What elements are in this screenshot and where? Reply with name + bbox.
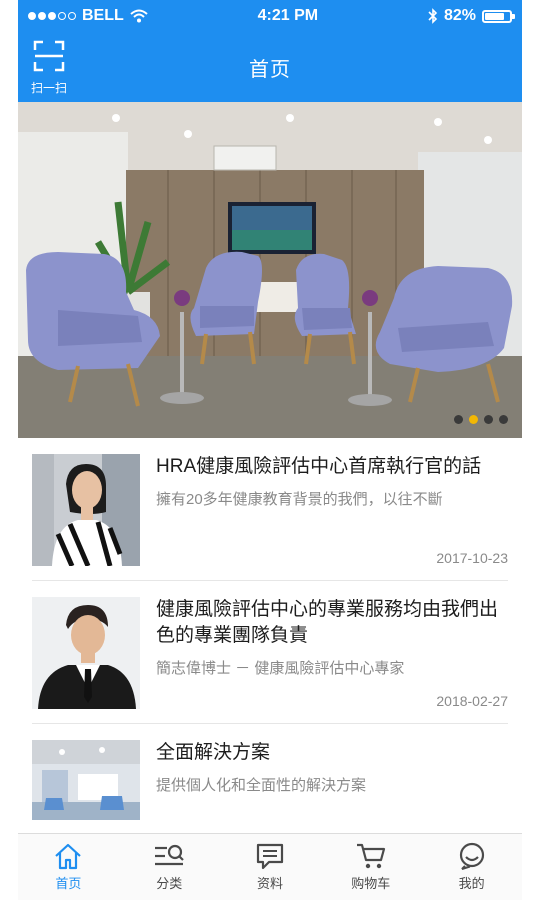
news-date: 2017-10-23 [436, 550, 508, 566]
news-item[interactable]: HRA健康風險評估中心首席執行官的話 擁有20多年健康教育背景的我們，以往不斷 … [32, 438, 508, 581]
tab-home[interactable]: 首页 [18, 834, 119, 900]
news-title: 全面解決方案 [156, 742, 271, 763]
status-right: 82% [428, 7, 515, 25]
carousel-dot[interactable] [499, 415, 508, 424]
carousel-dot[interactable] [469, 415, 478, 424]
news-subtitle: 擁有20多年健康教育背景的我們，以往不斷 [156, 491, 443, 508]
bluetooth-icon [428, 8, 438, 24]
top-bar: BELL 4:21 PM 82% 扫一扫 首页 [18, 0, 522, 102]
battery-percent: 82% [443, 7, 476, 24]
news-body: HRA健康風險評估中心首席執行官的話 擁有20多年健康教育背景的我們，以往不斷 … [140, 454, 508, 566]
nav-header: 扫一扫 首页 [18, 32, 522, 102]
carousel-dot[interactable] [454, 415, 463, 424]
battery-icon [482, 9, 515, 23]
news-title: 健康風險評估中心的專業服務均由我們出色的專業團隊負責 [156, 599, 499, 646]
tab-label: 购物车 [351, 876, 391, 891]
carousel-dot[interactable] [484, 415, 493, 424]
news-subtitle: 簡志偉博士 － 健康風險評估中心專家 [156, 660, 405, 677]
news-thumbnail [32, 597, 140, 709]
news-list: HRA健康風險評估中心首席執行官的話 擁有20多年健康教育背景的我們，以往不斷 … [18, 438, 522, 834]
tab-label: 首页 [55, 876, 82, 891]
tab-cart[interactable]: 购物车 [320, 834, 421, 900]
tab-profile[interactable]: 我的 [421, 834, 522, 900]
tab-label: 资料 [256, 876, 283, 891]
tab-category[interactable]: 分类 [119, 834, 220, 900]
tab-documents[interactable]: 资料 [220, 834, 321, 900]
carrier-name: BELL [82, 7, 124, 24]
news-body: 全面解決方案 提供個人化和全面性的解決方案 [140, 740, 508, 820]
banner-image [18, 102, 522, 438]
signal-icon [28, 12, 76, 20]
news-item[interactable]: 全面解決方案 提供個人化和全面性的解決方案 [32, 724, 508, 834]
status-left: BELL [28, 7, 148, 25]
scan-button[interactable]: 扫一扫 [26, 40, 72, 96]
scan-icon [33, 40, 65, 72]
news-date: 2018-02-27 [436, 693, 508, 709]
app-screen: BELL 4:21 PM 82% 扫一扫 首页 HRA健康風險評估中心首席執行官… [18, 0, 522, 900]
news-subtitle: 提供個人化和全面性的解決方案 [156, 777, 367, 794]
news-thumbnail [32, 740, 140, 820]
document-icon [256, 843, 284, 870]
news-title: HRA健康風險評估中心首席執行官的話 [156, 456, 482, 477]
tab-label: 我的 [458, 876, 485, 891]
page-title: 首页 [249, 58, 291, 81]
category-icon [155, 844, 184, 866]
scan-label: 扫一扫 [30, 81, 67, 95]
home-icon [55, 843, 82, 870]
news-thumbnail [32, 454, 140, 566]
tab-label: 分类 [156, 876, 183, 891]
news-body: 健康風險評估中心的專業服務均由我們出色的專業團隊負責 簡志偉博士 － 健康風險評… [140, 597, 508, 709]
clock: 4:21 PM [257, 7, 319, 24]
status-bar: BELL 4:21 PM 82% [18, 0, 522, 32]
carousel-pager[interactable] [454, 415, 508, 424]
banner-carousel[interactable] [18, 102, 522, 438]
cart-icon [356, 843, 385, 869]
tab-bar: 首页 分类 资料 购物车 我的 [18, 833, 522, 900]
news-item[interactable]: 健康風險評估中心的專業服務均由我們出色的專業團隊負責 簡志偉博士 － 健康風險評… [32, 581, 508, 724]
profile-icon [459, 842, 484, 870]
wifi-icon [130, 9, 148, 23]
